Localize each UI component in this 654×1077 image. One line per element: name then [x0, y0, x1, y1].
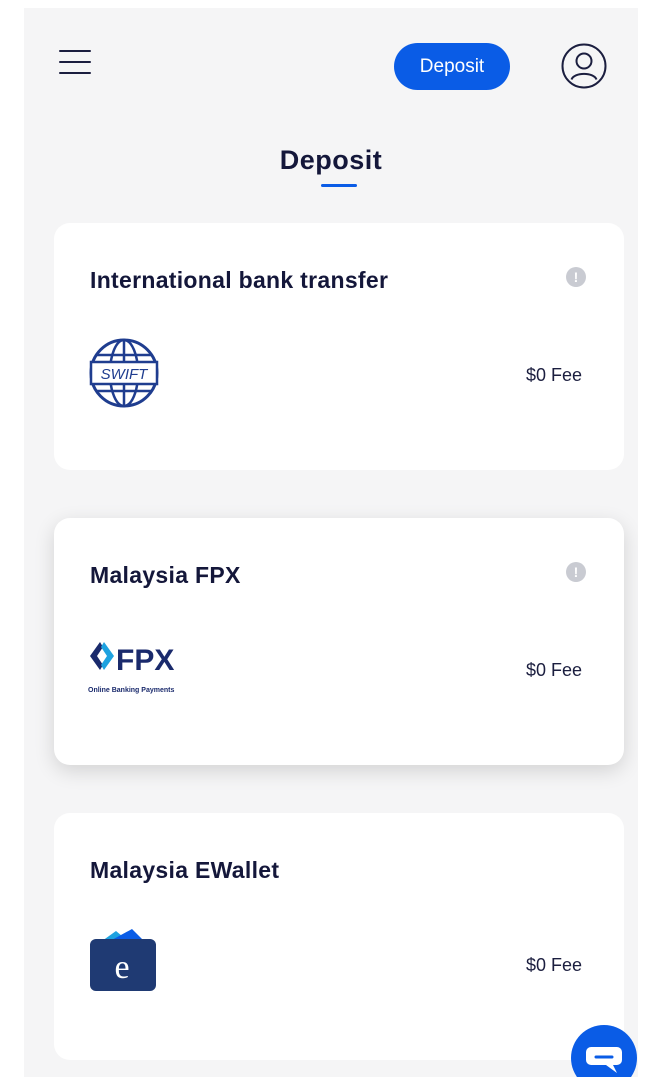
fpx-logo-subtitle: Online Banking Payments	[88, 687, 175, 694]
method-title: Malaysia EWallet	[90, 857, 280, 883]
page-title-wrap: Deposit	[24, 145, 638, 176]
hamburger-menu-icon[interactable]	[59, 50, 91, 76]
info-icon[interactable]: !	[566, 562, 586, 582]
deposit-method-card-ewallet[interactable]: Malaysia EWallet e $0 Fee	[54, 813, 624, 1060]
app-screen: Deposit Deposit International bank trans…	[24, 8, 638, 1077]
fee-label: $0 Fee	[525, 660, 582, 680]
top-bar: Deposit	[24, 8, 638, 118]
method-title: International bank transfer	[90, 267, 389, 293]
fee-label: $0 Fee	[525, 365, 582, 385]
chat-button[interactable]	[571, 1025, 637, 1077]
deposit-method-card-fpx[interactable]: Malaysia FPX ! FPX Online Banking Paymen…	[54, 518, 624, 765]
page-title: Deposit	[279, 145, 383, 175]
fpx-logo-text: FPX	[116, 644, 174, 677]
ewallet-logo: e	[88, 925, 160, 1000]
user-profile-icon[interactable]	[561, 43, 607, 89]
deposit-method-card-bank-transfer[interactable]: International bank transfer ! SWIFT $0 F…	[54, 223, 624, 470]
title-underline	[321, 184, 357, 187]
swift-logo: SWIFT	[88, 337, 160, 414]
fee-label: $0 Fee	[525, 955, 582, 975]
method-title: Malaysia FPX	[90, 562, 241, 588]
deposit-button[interactable]: Deposit	[394, 43, 510, 90]
fpx-logo: FPX Online Banking Payments	[88, 640, 188, 694]
ewallet-logo-text: e	[114, 949, 129, 986]
svg-text:SWIFT: SWIFT	[101, 366, 149, 383]
deposit-button-label: Deposit	[419, 55, 485, 77]
chat-bubble-icon	[586, 1047, 622, 1073]
info-icon[interactable]: !	[566, 267, 586, 287]
